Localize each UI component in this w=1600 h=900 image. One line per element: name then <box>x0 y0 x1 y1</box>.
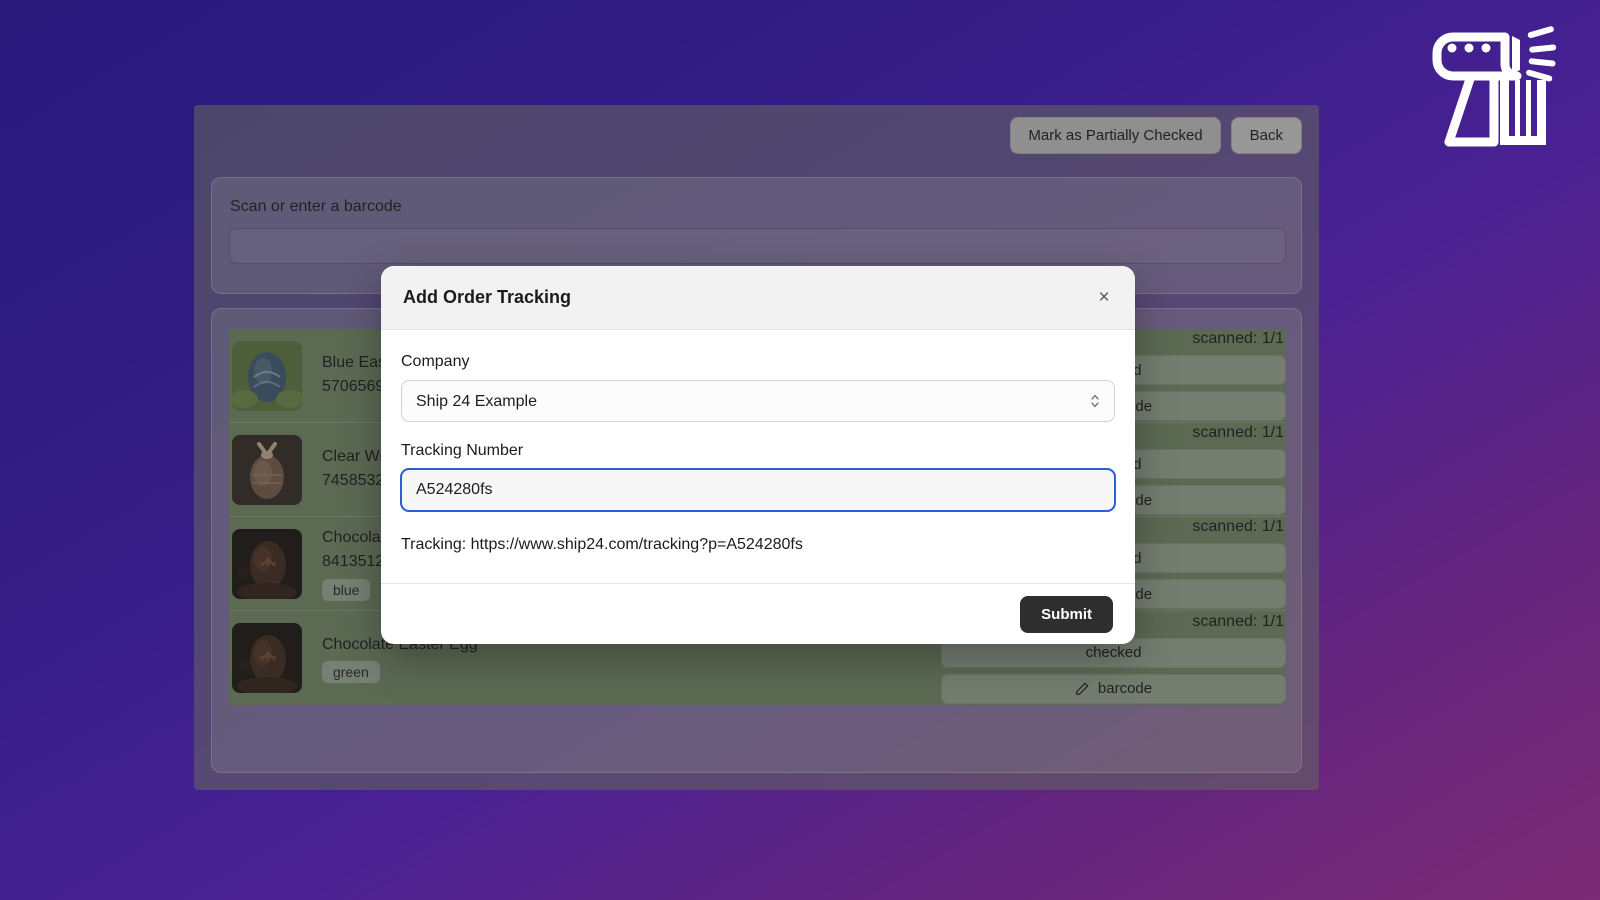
close-icon[interactable]: × <box>1091 285 1117 311</box>
submit-button[interactable]: Submit <box>1020 595 1113 633</box>
modal-header: Add Order Tracking × <box>381 266 1135 330</box>
top-action-bar: Mark as Partially Checked Back <box>1010 117 1302 154</box>
modal-footer: Submit <box>381 583 1135 644</box>
product-thumbnail-chocolate-easter-egg <box>232 528 302 599</box>
product-thumbnail-chocolate-easter-egg <box>232 623 302 693</box>
barcode-button[interactable]: barcode <box>941 673 1286 704</box>
company-select[interactable]: Ship 24 Example <box>401 380 1115 422</box>
company-select-wrapper: Ship 24 Example <box>401 380 1115 422</box>
barcode-scanner-logo <box>1432 26 1557 147</box>
pencil-icon <box>1076 682 1089 695</box>
tracking-number-input[interactable] <box>400 468 1116 512</box>
add-order-tracking-modal: Add Order Tracking × Company Ship 24 Exa… <box>381 266 1135 644</box>
product-tag: blue <box>322 578 371 601</box>
back-button[interactable]: Back <box>1230 117 1302 154</box>
company-field-label: Company <box>401 353 470 370</box>
modal-title: Add Order Tracking <box>403 287 572 307</box>
product-thumbnail-wrapped-easter-egg <box>232 434 302 505</box>
tracking-url-text: Tracking: https://www.ship24.com/trackin… <box>401 536 803 553</box>
product-thumbnail-blue-easter-egg <box>232 340 302 411</box>
product-tag: green <box>322 661 380 683</box>
modal-body: Company Ship 24 Example Tracking Number … <box>381 330 1135 583</box>
mark-partially-checked-button[interactable]: Mark as Partially Checked <box>1010 117 1221 154</box>
scan-card-label: Scan or enter a barcode <box>230 198 402 215</box>
barcode-button-label: barcode <box>1097 680 1153 697</box>
barcode-scan-input[interactable] <box>229 228 1286 264</box>
tracking-number-field-label: Tracking Number <box>401 442 524 459</box>
